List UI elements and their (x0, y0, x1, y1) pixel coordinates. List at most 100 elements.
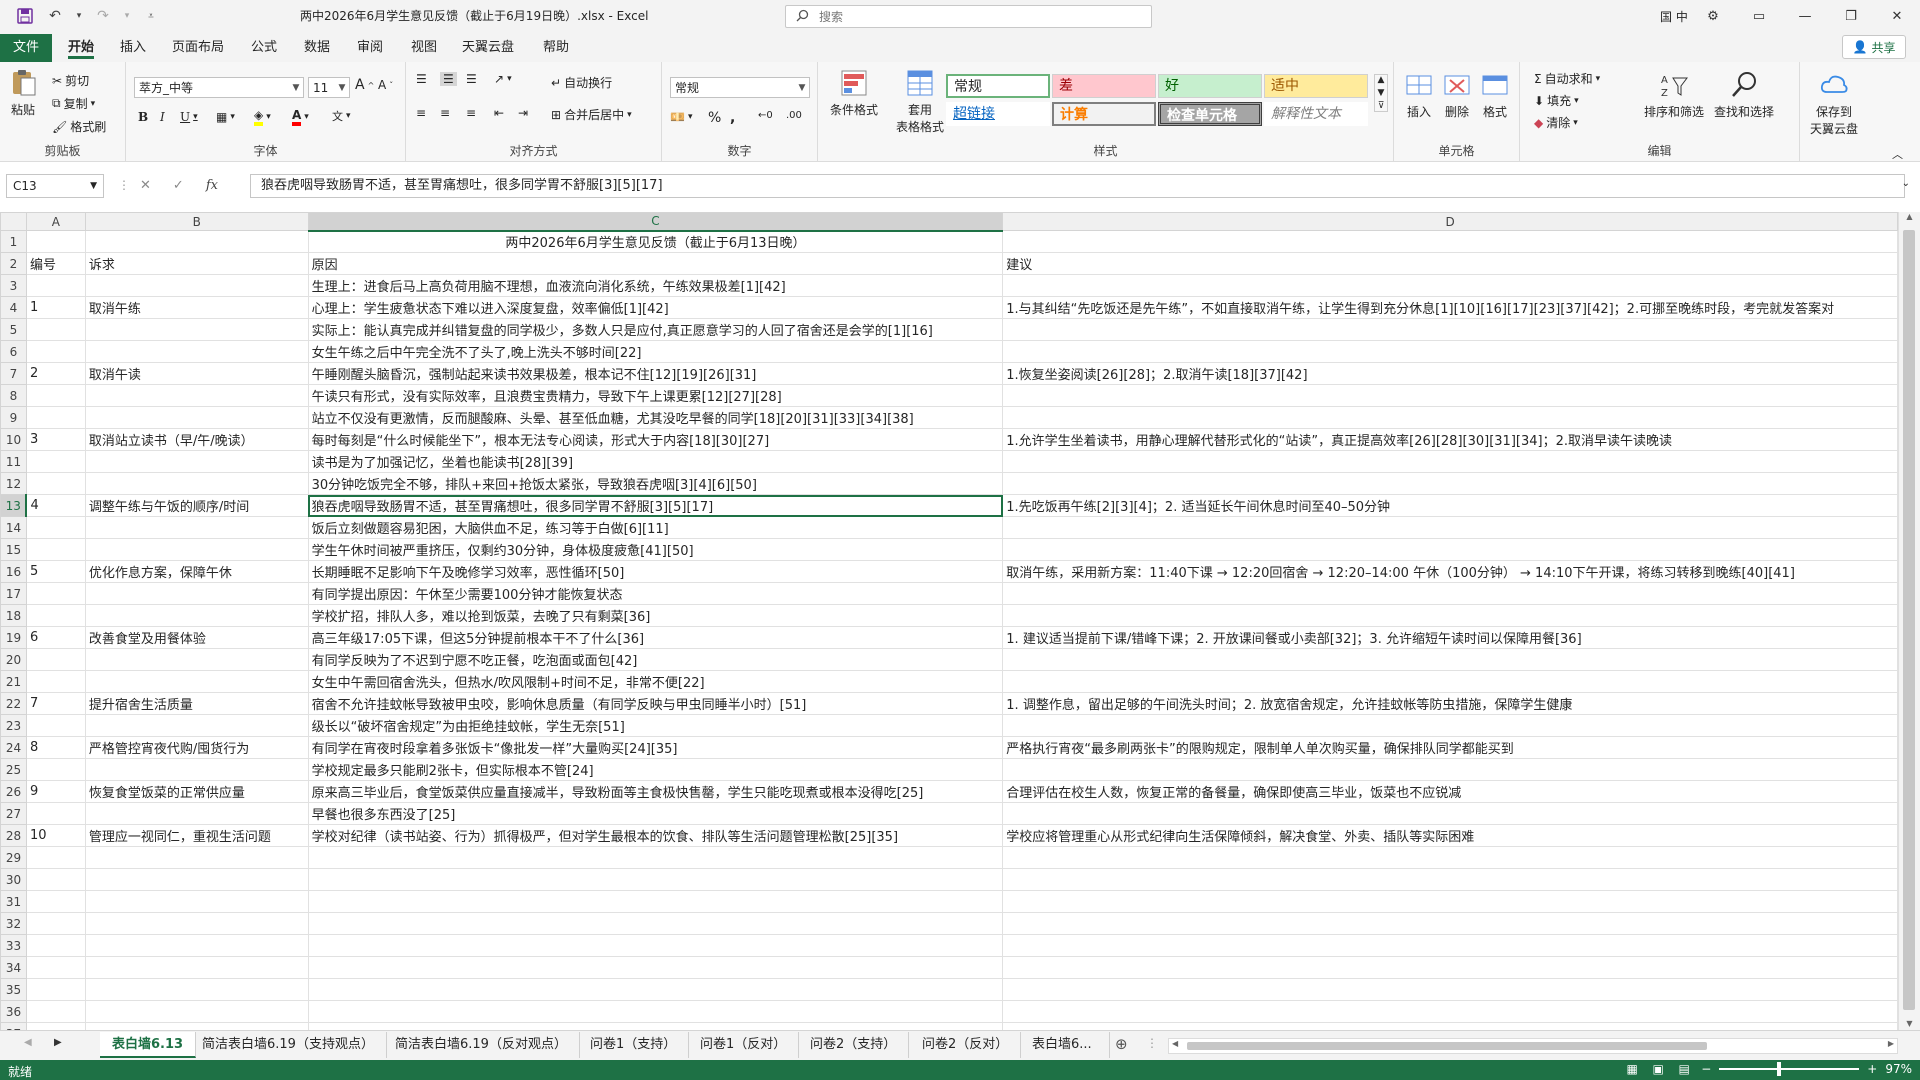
cell-d[interactable]: 1.与其纠结“先吃饭还是先午练”，不如直接取消午练，让学生得到充分休息[1][1… (1002, 296, 1898, 319)
cell-d[interactable] (1002, 406, 1898, 429)
cell-a[interactable] (25, 978, 86, 1001)
cell-c[interactable]: 早餐也很多东西没了[25] (307, 802, 1004, 825)
cell-a[interactable] (25, 802, 86, 825)
cell-c[interactable]: 长期睡眠不足影响下午及晚修学习效率，恶性循环[50] (307, 560, 1004, 583)
cell-c[interactable] (307, 1000, 1004, 1023)
cell-c[interactable]: 有同学在宵夜时段拿着多张饭卡“像批发一样”大量购买[24][35] (307, 736, 1004, 759)
cell-d[interactable]: 1.先吃饭再午练[2][3][4]；2. 适当延长午间休息时间至40–50分钟 (1002, 494, 1898, 517)
cell-d[interactable] (1002, 648, 1898, 671)
confirm-icon[interactable]: ✓ (173, 178, 184, 193)
cell-d[interactable] (1002, 340, 1898, 363)
cell-b[interactable] (84, 274, 309, 297)
cell-c[interactable]: 实际上：能认真完成并纠错复盘的同学极少，多数人只是应付,真正愿意学习的人回了宿舍… (307, 318, 1004, 341)
cell-b[interactable] (84, 340, 309, 363)
cell-d[interactable] (1002, 670, 1898, 693)
cell-style-bad[interactable]: 差 (1052, 74, 1156, 98)
sheet-tab-5[interactable]: 问卷2（支持） (798, 1032, 910, 1058)
copy-button[interactable]: ⧉ 复制 ▾ (52, 95, 95, 112)
cell-a[interactable]: 2 (25, 362, 86, 385)
sheet-tab-3[interactable]: 问卷1（支持） (578, 1032, 690, 1058)
decrease-indent-button[interactable]: ⇤ (494, 106, 504, 120)
formula-input[interactable]: 狼吞虎咽导致肠胃不适，甚至胃痛想吐，很多同学胃不舒服[3][5][17] (250, 174, 1905, 198)
cell-a[interactable] (25, 318, 86, 341)
cell-c[interactable]: 午读只有形式，没有实际效率，且浪费宝贵精力，导致下午上课更累[12][27][2… (307, 384, 1004, 407)
cell-d[interactable] (1002, 318, 1898, 341)
cell-c[interactable]: 学校扩招，排队人多，难以抢到饭菜，去晚了只有剩菜[36] (307, 604, 1004, 627)
cell-b[interactable]: 优化作息方案，保障午休 (84, 560, 309, 583)
cell-d[interactable] (1002, 230, 1898, 253)
cell-b[interactable]: 取消站立读书（早/午/晚读） (84, 428, 309, 451)
cell-b[interactable] (84, 868, 309, 891)
cell-a[interactable] (25, 890, 86, 913)
cell-d[interactable] (1002, 604, 1898, 627)
cell-b[interactable]: 取消午读 (84, 362, 309, 385)
row-header[interactable]: 12 (0, 472, 27, 495)
cell-c[interactable]: 读书是为了加强记忆，坐着也能读书[28][39] (307, 450, 1004, 473)
row-header[interactable]: 30 (0, 868, 27, 891)
cell-c[interactable] (307, 868, 1004, 891)
cell-b[interactable]: 诉求 (84, 252, 309, 275)
cell-d[interactable] (1002, 1022, 1898, 1030)
cell-b[interactable] (84, 450, 309, 473)
save-icon[interactable] (14, 5, 36, 27)
cell-a[interactable] (25, 516, 86, 539)
row-header[interactable]: 34 (0, 956, 27, 979)
tab-insert[interactable]: 插入 (120, 37, 146, 59)
cell-c[interactable]: 饭后立刻做题容易犯困，大脑供血不足，练习等于白做[6][11] (307, 516, 1004, 539)
fill-color-button[interactable]: ◈ ▾ (254, 108, 271, 126)
cell-a[interactable] (25, 1022, 86, 1030)
cell-d[interactable] (1002, 274, 1898, 297)
sheet-tab-0[interactable]: 表白墙6.13 (100, 1032, 197, 1058)
comma-style-button[interactable]: , (730, 110, 735, 126)
cell-c[interactable]: 女生午练之后中午完全洗不了头了,晚上洗头不够时间[22] (307, 340, 1004, 363)
normal-view-icon[interactable]: ▦ (1623, 1062, 1641, 1076)
cell-d[interactable]: 1. 调整作息，留出足够的午间洗头时间；2. 放宽宿舍规定，允许挂蚊帐等防虫措施… (1002, 692, 1898, 715)
cell-c[interactable]: 30分钟吃饭完全不够，排队+来回+抢饭太紧张，导致狼吞虎咽[3][4][6][5… (307, 472, 1004, 495)
row-header[interactable]: 35 (0, 978, 27, 1001)
cell-c[interactable]: 学校对纪律（读书站姿、行为）抓得极严，但对学生最根本的饮食、排队等生活问题管理松… (307, 824, 1004, 847)
row-header[interactable]: 4 (0, 296, 27, 319)
row-header[interactable]: 3 (0, 274, 27, 297)
tab-tianyi-cloud[interactable]: 天翼云盘 (462, 37, 514, 59)
cell-b[interactable]: 调整午练与午饭的顺序/时间 (84, 494, 309, 517)
row-header[interactable]: 11 (0, 450, 27, 473)
format-cells-button[interactable]: 格式 (1480, 70, 1510, 120)
expand-formula-icon[interactable]: ⌄ (1902, 178, 1910, 189)
row-header[interactable]: 8 (0, 384, 27, 407)
row-header[interactable]: 5 (0, 318, 27, 341)
row-header[interactable]: 23 (0, 714, 27, 737)
cell-style-explanatory[interactable]: 解释性文本 (1264, 102, 1368, 126)
cell-a[interactable] (25, 450, 86, 473)
cell-b[interactable] (84, 934, 309, 957)
row-header[interactable]: 20 (0, 648, 27, 671)
cell-d[interactable] (1002, 582, 1898, 605)
cell-b[interactable] (84, 582, 309, 605)
cut-button[interactable]: ✂ 剪切 (52, 72, 89, 89)
settings-icon[interactable]: ⚙ (1690, 0, 1736, 32)
cell-d[interactable] (1002, 802, 1898, 825)
cell-a[interactable]: 6 (25, 626, 86, 649)
cell-style-calculation[interactable]: 计算 (1052, 102, 1156, 126)
cell-a[interactable] (25, 472, 86, 495)
row-header[interactable]: 13 (0, 494, 28, 517)
cell-a[interactable]: 编号 (25, 252, 86, 275)
cell-d[interactable]: 建议 (1002, 252, 1898, 275)
row-header[interactable]: 16 (0, 560, 27, 583)
cell-b[interactable] (84, 890, 309, 913)
cell-b[interactable] (84, 230, 309, 253)
cell-d[interactable] (1002, 846, 1898, 869)
sort-filter-button[interactable]: AZ 排序和筛选 (1644, 70, 1704, 120)
row-header[interactable]: 32 (0, 912, 27, 935)
cell-a[interactable]: 1 (25, 296, 86, 319)
cell-b[interactable] (84, 1000, 309, 1023)
tab-home[interactable]: 开始 (68, 37, 95, 59)
cell-d[interactable]: 取消午练，采用新方案：11:40下课 → 12:20回宿舍 → 12:20–14… (1002, 560, 1898, 583)
row-header[interactable]: 37 (0, 1022, 27, 1030)
cell-d[interactable]: 1.恢复坐姿阅读[26][28]；2.取消午读[18][37][42] (1002, 362, 1898, 385)
font-size-select[interactable]: 11 ▼ (308, 77, 350, 98)
cell-b[interactable] (84, 384, 309, 407)
middle-align-button[interactable]: ☰ (440, 72, 457, 86)
cell-a[interactable] (25, 868, 86, 891)
vertical-scrollbar[interactable]: ▲ ▼ (1898, 212, 1920, 1030)
italic-button[interactable]: I (160, 110, 165, 124)
